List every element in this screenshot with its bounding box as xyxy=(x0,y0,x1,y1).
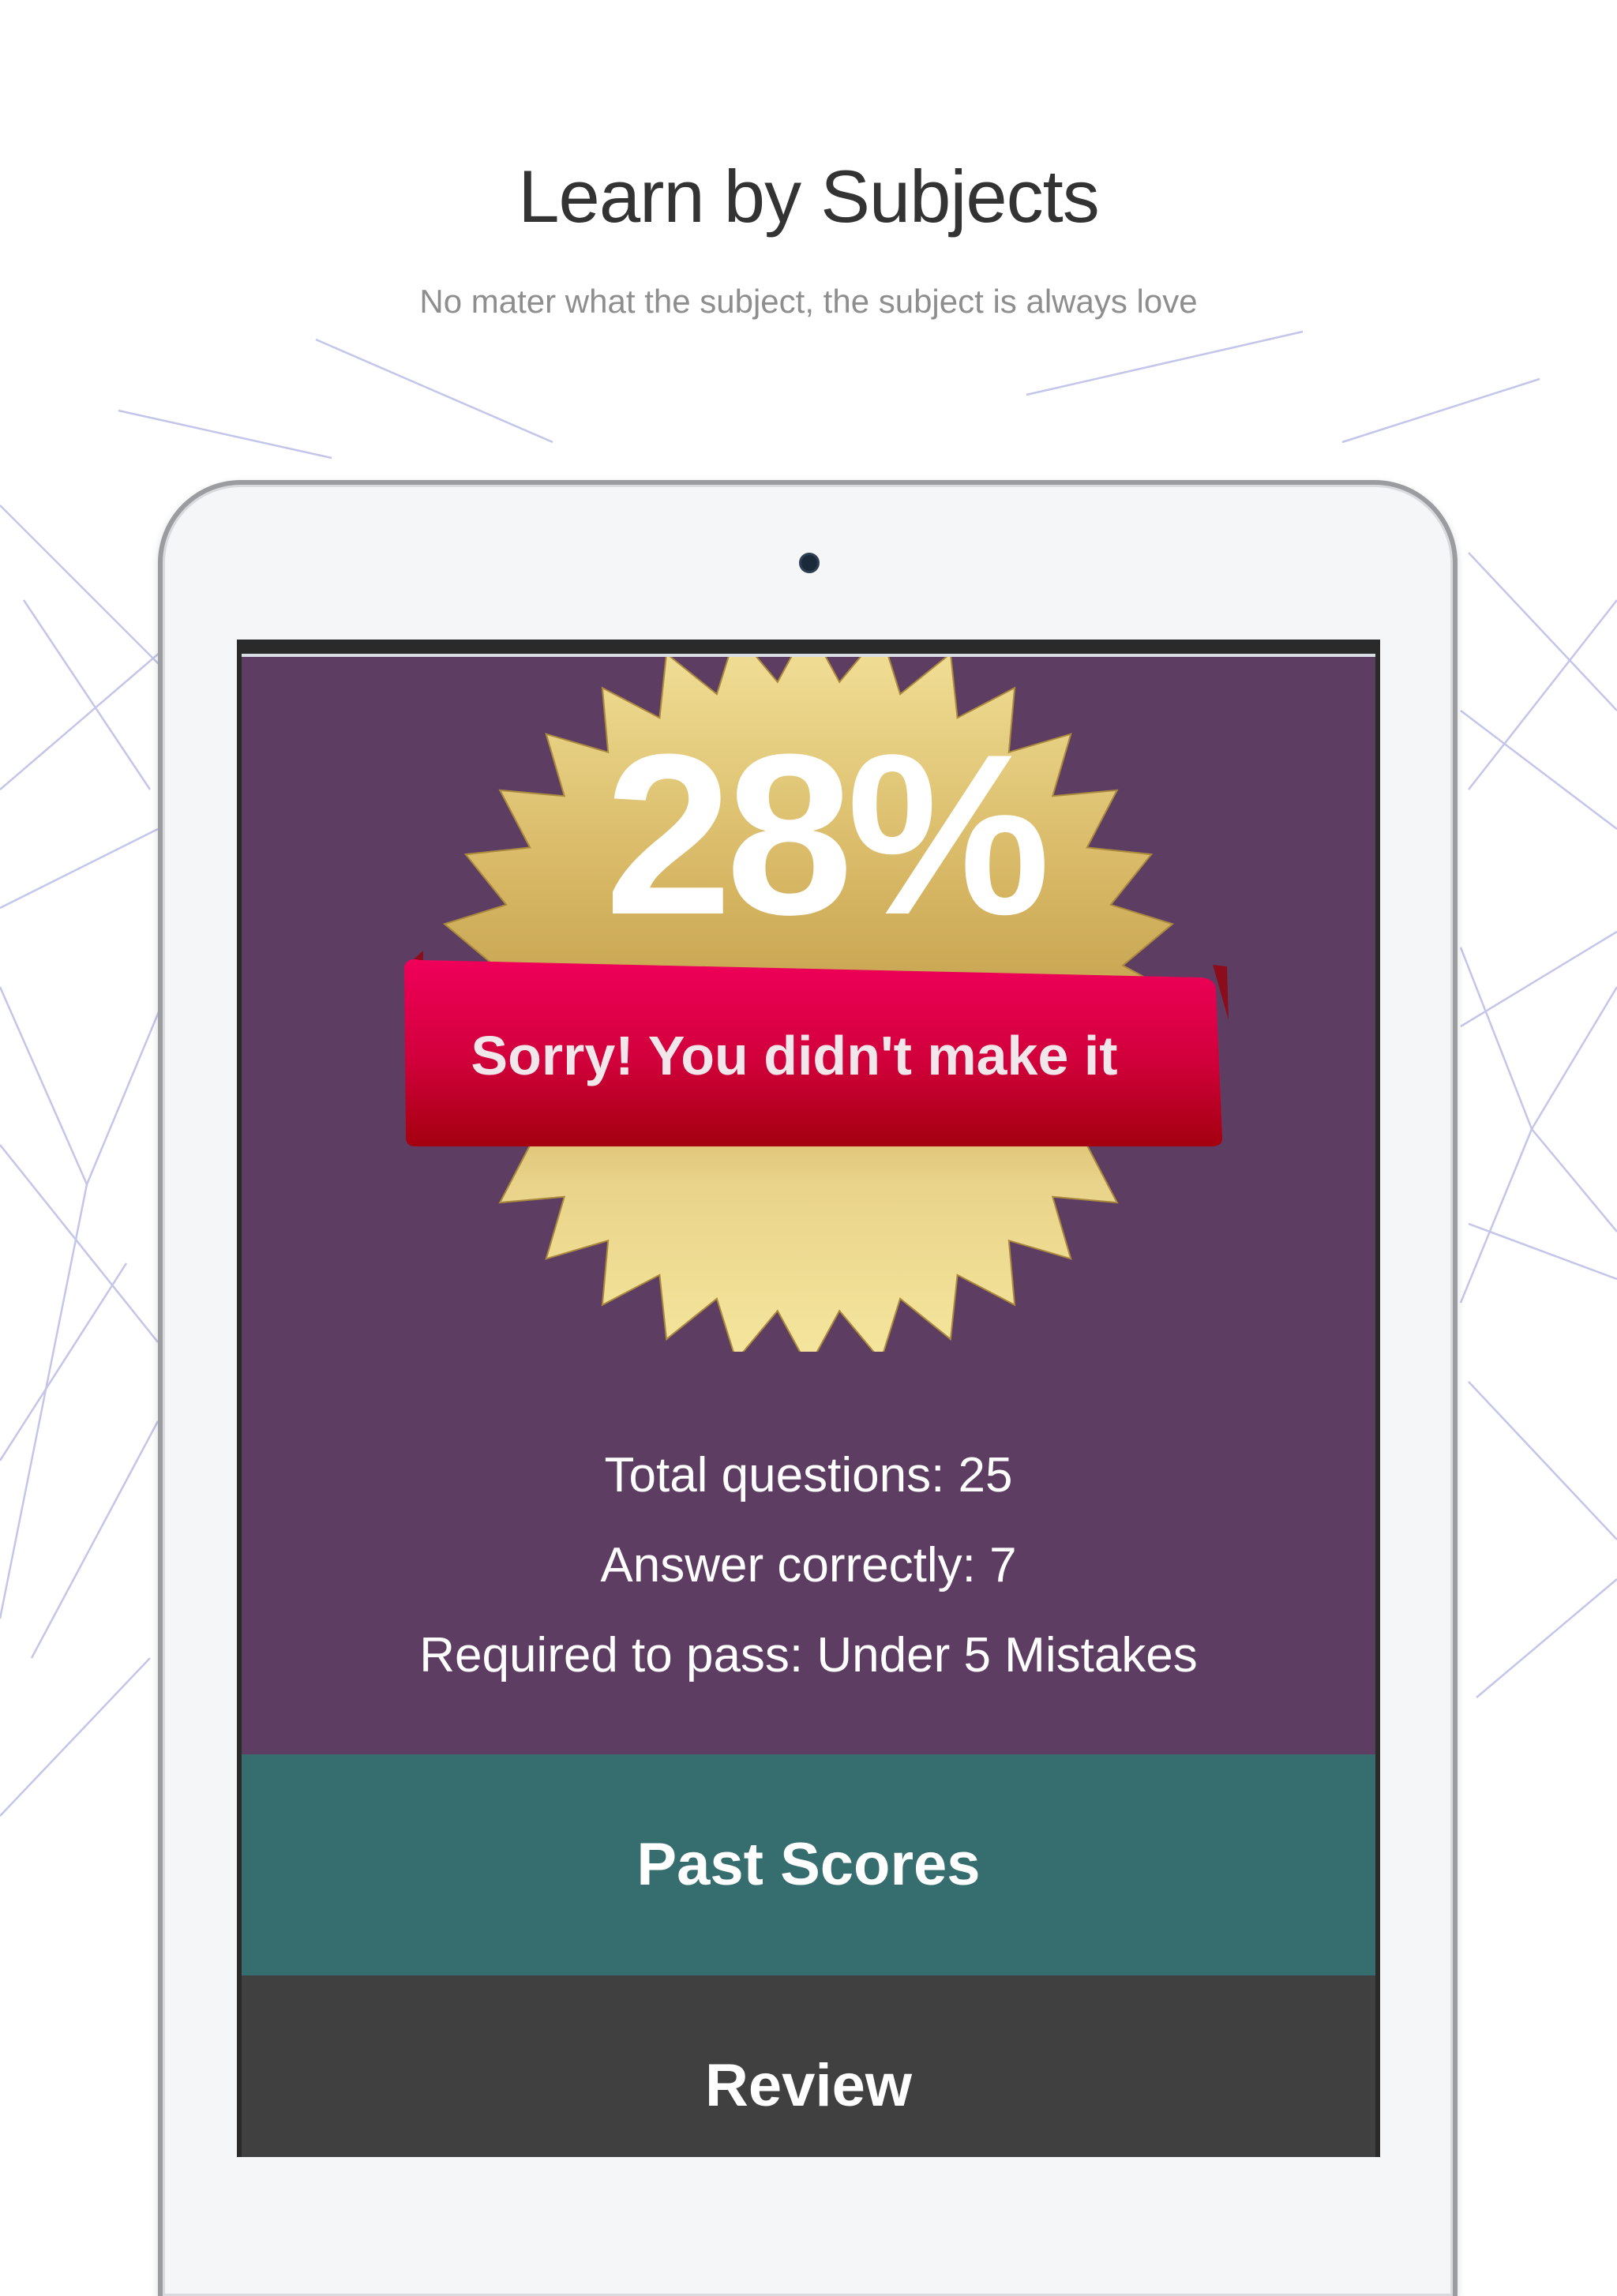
score-percentage: 28% xyxy=(605,707,1050,962)
result-stats: Total questions: 25 Answer correctly: 7 … xyxy=(242,1431,1375,1701)
page-subtitle: No mater what the subject, the subject i… xyxy=(419,283,1198,320)
stat-answer-correctly: Answer correctly: 7 xyxy=(600,1538,1017,1593)
stat-required-to-pass: Required to pass: Under 5 Mistakes xyxy=(419,1628,1198,1683)
result-panel: 28% Sorry! You didn't make it Total ques… xyxy=(242,657,1375,1754)
result-status-text: Sorry! You didn't make it xyxy=(471,1025,1118,1086)
past-scores-button[interactable]: Past Scores xyxy=(242,1754,1375,1975)
camera-icon xyxy=(799,553,820,573)
page-title: Learn by Subjects xyxy=(518,155,1099,238)
review-button[interactable]: Review xyxy=(242,1975,1375,2157)
tablet-screen: 28% Sorry! You didn't make it Total ques… xyxy=(237,640,1380,2157)
stat-total-questions: Total questions: 25 xyxy=(604,1448,1013,1503)
app-screen: 28% Sorry! You didn't make it Total ques… xyxy=(242,654,1375,2157)
